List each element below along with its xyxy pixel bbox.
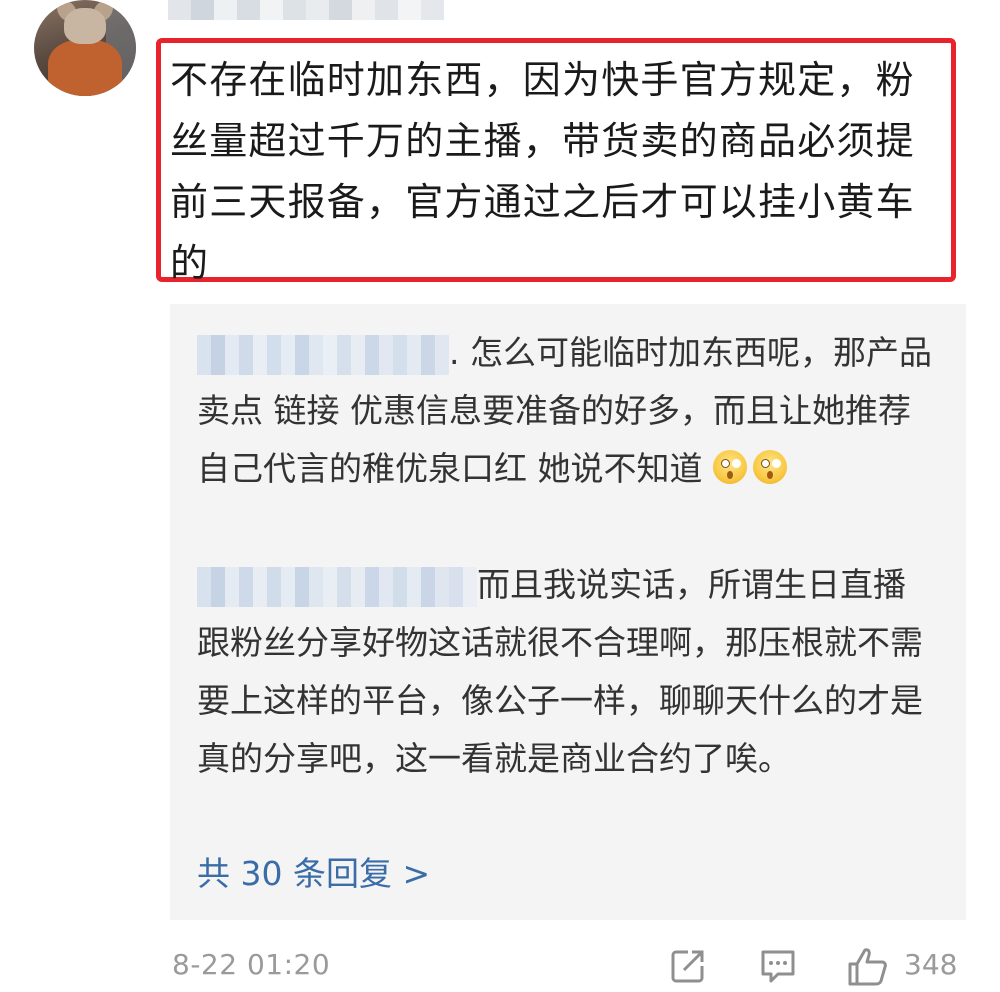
- like-button[interactable]: [846, 946, 890, 988]
- astonished-face-icon: [753, 450, 787, 484]
- timestamp: 8-22 01:20: [172, 948, 331, 981]
- reply-item: . 怎么可能临时加东西呢，那产品卖点 链接 优惠信息要准备的好多，而且让她推荐自…: [197, 324, 937, 498]
- reply-item: 而且我说实话，所谓生日直播跟粉丝分享好物这话就很不合理啊，那压根就不需要上这样的…: [197, 556, 937, 788]
- comment-icon: [761, 950, 795, 983]
- forward-button[interactable]: [668, 946, 708, 986]
- like-icon: [848, 948, 887, 986]
- blurred-username: [168, 0, 444, 20]
- avatar-body: [48, 40, 122, 96]
- comment-text: 不存在临时加东西，因为快手官方规定，粉丝量超过千万的主播，带货卖的商品必须提前三…: [170, 58, 915, 285]
- user-avatar[interactable]: [34, 0, 136, 96]
- view-more-replies-link[interactable]: 共 30 条回复 >: [197, 850, 430, 898]
- like-count: 348: [904, 948, 958, 981]
- comment-button[interactable]: [758, 946, 798, 986]
- blurred-reply-username: [197, 566, 477, 607]
- forward-icon: [671, 950, 704, 983]
- avatar-dog-head: [64, 8, 106, 44]
- comment-meta-bar: 8-22 01:20 348: [0, 940, 1000, 992]
- astonished-face-icon: [713, 450, 747, 484]
- blurred-reply-username: [197, 334, 449, 375]
